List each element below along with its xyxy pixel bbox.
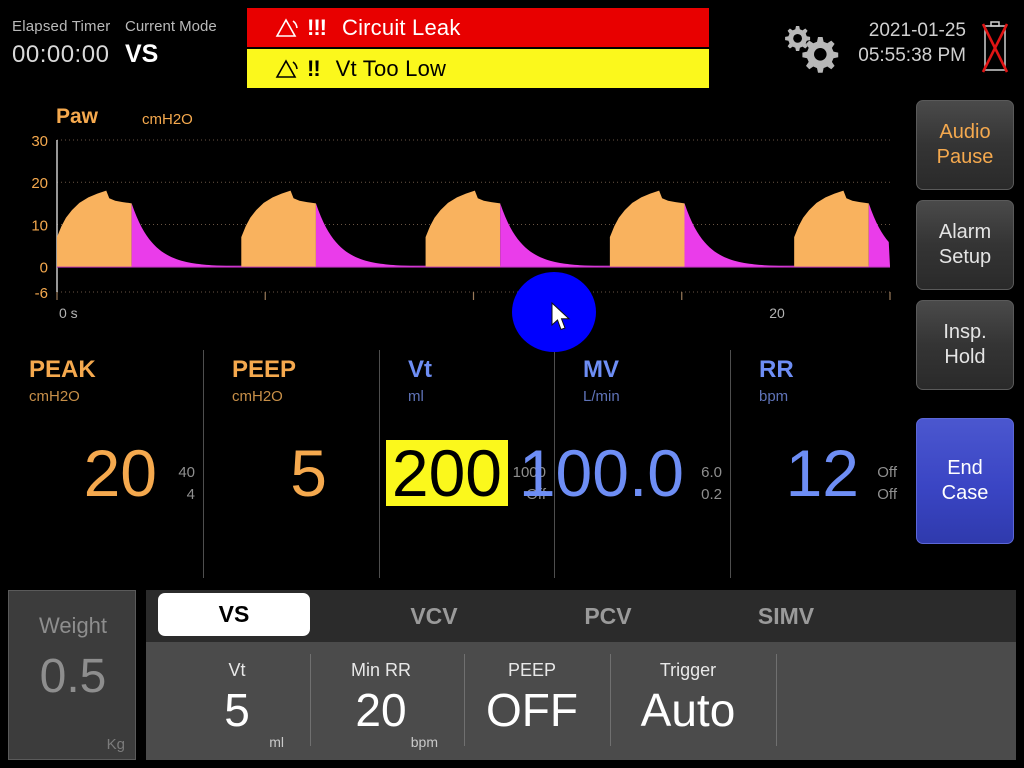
setting-unit: ml [172, 734, 302, 750]
parameter-label: PEEP [232, 356, 296, 384]
limit-low: 4 [155, 484, 195, 506]
limit-high: Off [857, 462, 897, 484]
time-value: 05:55:38 PM [856, 43, 966, 68]
audio-pause-line2: Pause [937, 145, 994, 170]
limit-low: Off [857, 484, 897, 506]
mode-tab-strip: VS VCVPCVSIMV [146, 590, 1016, 642]
alarm-banner-high[interactable]: !!! Circuit Leak [247, 8, 709, 47]
parameter-row: PEAKcmH2O20404PEEPcmH2O5Vtml2001000OffMV… [0, 344, 905, 582]
elapsed-timer-label: Elapsed Timer [12, 18, 110, 35]
audio-pause-line1: Audio [939, 120, 990, 145]
weight-box[interactable]: Weight 0.5 Kg [8, 590, 136, 760]
svg-text:0: 0 [40, 260, 48, 277]
mode-tab-vcv[interactable]: VCV [344, 590, 524, 642]
weight-value: 0.5 [9, 649, 137, 704]
current-mode-value: VS [125, 40, 217, 69]
parameter-label: RR [759, 356, 794, 384]
date-value: 2021-01-25 [856, 18, 966, 43]
limit-high: 6.0 [682, 462, 722, 484]
alarm-setup-line1: Alarm [939, 220, 991, 245]
alarm-triangle-icon [273, 58, 301, 80]
mode-tab-vs[interactable]: VS [158, 593, 310, 636]
elapsed-timer: Elapsed Timer 00:00:00 [12, 18, 110, 69]
weight-label: Weight [9, 613, 137, 639]
mode-tab-pcv[interactable]: PCV [518, 590, 698, 642]
insp-hold-line1: Insp. [943, 320, 986, 345]
setting-value: 20 [306, 684, 456, 736]
setting-min-rr[interactable]: Min RR 20bpm [306, 648, 456, 758]
parameter-unit: cmH2O [232, 388, 283, 405]
elapsed-timer-value: 00:00:00 [12, 41, 110, 69]
mode-tab-simv[interactable]: SIMV [696, 590, 876, 642]
parameter-alarm-limits: 404 [155, 462, 195, 506]
alarm-setup-button[interactable]: Alarm Setup [916, 200, 1014, 290]
parameter-unit: bpm [759, 388, 788, 405]
alarm-text-high: Circuit Leak [342, 15, 461, 41]
setting-separator [776, 654, 777, 746]
end-case-line2: Case [942, 481, 989, 506]
parameter-label: Vt [408, 356, 432, 384]
alarm-priority-high: !!! [307, 15, 326, 41]
alarm-triangle-icon [273, 17, 301, 39]
svg-text:0 s: 0 s [59, 305, 78, 321]
svg-text:-6: -6 [35, 285, 48, 302]
setting-label: PEEP [462, 660, 602, 681]
current-mode: Current Mode VS [125, 18, 217, 69]
alarm-banner-medium[interactable]: !! Vt Too Low [247, 49, 709, 88]
parameter-value: 100.0 [519, 440, 684, 506]
parameter-value: 20 [84, 440, 157, 506]
end-case-line1: End [947, 456, 983, 481]
alarm-setup-line2: Setup [939, 245, 991, 270]
parameter-alarm-limits: OffOff [857, 462, 897, 506]
parameter-alarm-limits: 6.00.2 [682, 462, 722, 506]
insp-hold-line2: Hold [944, 345, 985, 370]
setting-value: 5 [172, 684, 302, 736]
svg-text:10: 10 [31, 217, 48, 234]
setting-label: Trigger [608, 660, 768, 681]
setting-label: Min RR [306, 660, 456, 681]
paw-waveform-panel: Paw cmH2O 3020100-60 s20 [0, 100, 900, 344]
paw-waveform-plot: 30 20 10 0 -6 0 s 20 [0, 100, 900, 344]
setting-vt[interactable]: Vt 5ml [172, 648, 302, 758]
mouse-cursor-icon [551, 302, 573, 339]
top-status-bar: Elapsed Timer 00:00:00 Current Mode VS !… [0, 0, 1024, 92]
battery-missing-icon [975, 18, 1015, 78]
parameter-peak[interactable]: PEAK cmH2O 20404 [0, 344, 203, 582]
setting-peep[interactable]: PEEP OFF [462, 648, 602, 758]
alarm-text-medium: Vt Too Low [336, 56, 446, 82]
parameter-unit: cmH2O [29, 388, 80, 405]
setting-value: OFF [462, 684, 602, 736]
end-case-button[interactable]: End Case [916, 418, 1014, 544]
audio-pause-button[interactable]: Audio Pause [916, 100, 1014, 190]
limit-low: 0.2 [682, 484, 722, 506]
parameter-value: 200 [386, 440, 508, 506]
insp-hold-button[interactable]: Insp. Hold [916, 300, 1014, 390]
parameter-rr[interactable]: RR bpm 12OffOff [730, 344, 905, 582]
ventilator-screen: Elapsed Timer 00:00:00 Current Mode VS !… [0, 0, 1024, 768]
parameter-label: MV [583, 356, 619, 384]
parameter-mv[interactable]: MVL/min100.06.00.2 [554, 344, 730, 582]
parameter-unit: ml [408, 388, 424, 405]
setting-label: Vt [172, 660, 302, 681]
parameter-value: 12 [786, 440, 859, 506]
alarm-priority-medium: !! [307, 56, 320, 82]
weight-unit: Kg [107, 736, 125, 753]
setting-value: Auto [608, 684, 768, 736]
current-mode-label: Current Mode [125, 18, 217, 35]
svg-text:20: 20 [769, 305, 785, 321]
limit-high: 40 [155, 462, 195, 484]
svg-text:30: 30 [31, 133, 48, 150]
setting-trigger[interactable]: Trigger Auto [608, 648, 768, 758]
parameter-peep[interactable]: PEEP cmH2O 5 [203, 344, 379, 582]
mode-settings-panel: VSVCVPCVSIMV Vt5mlMin RR20bpmPEEPOFFTrig… [146, 590, 1016, 760]
setting-unit: bpm [306, 734, 456, 750]
parameter-value: 5 [290, 440, 327, 506]
parameter-unit: L/min [583, 388, 620, 405]
parameter-label: PEAK [29, 356, 96, 384]
bottom-bar: Weight 0.5 Kg VS VCVPCVSIMV Vt 5ml Min RR 20… [0, 582, 1024, 768]
alarm-banner-list: !!! Circuit Leak !! Vt Too Low [247, 8, 709, 88]
date-time-display: 2021-01-25 05:55:38 PM [856, 18, 966, 68]
svg-text:20: 20 [31, 175, 48, 192]
gears-icon[interactable] [776, 20, 846, 75]
